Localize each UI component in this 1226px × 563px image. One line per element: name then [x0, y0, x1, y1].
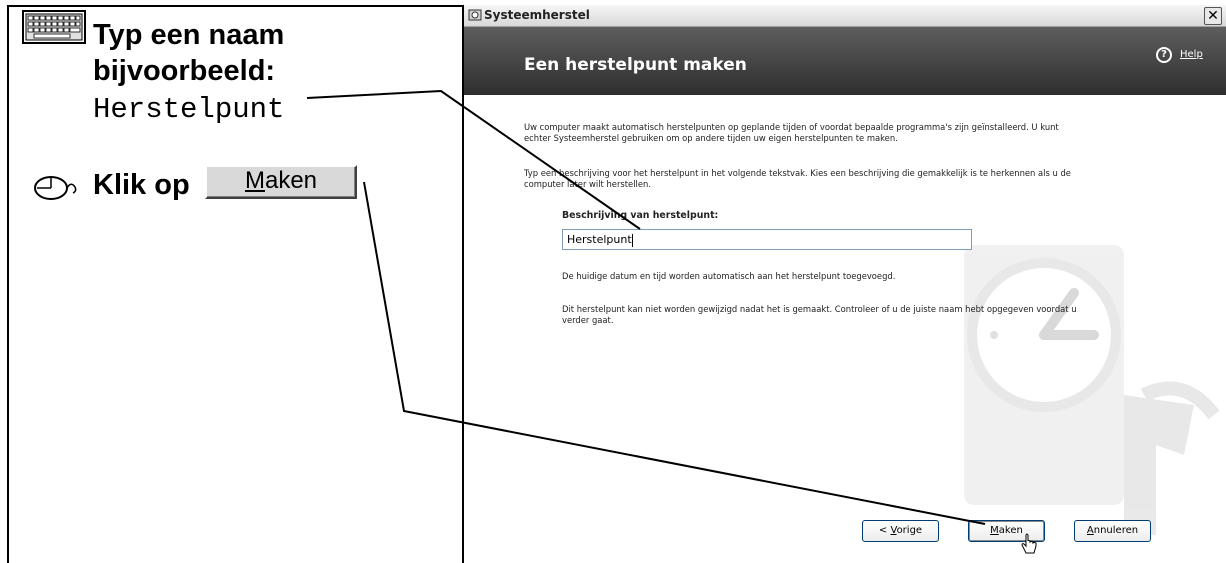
- panel-border-top: [7, 5, 464, 7]
- panel-border-left: [7, 5, 9, 563]
- description-input[interactable]: Herstelpunt: [562, 229, 972, 250]
- instruction-paragraph: Typ een beschrijving voor het herstelpun…: [524, 168, 1071, 189]
- step2-button-mnemonic: M: [244, 167, 265, 194]
- make-button-mnemonic: M: [990, 525, 999, 536]
- cancel-button[interactable]: Annuleren: [1074, 520, 1151, 542]
- previous-button-rest: orige: [896, 525, 923, 536]
- step2-make-button-illustration: Maken: [205, 165, 357, 199]
- window-title: Systeemherstel: [484, 8, 590, 22]
- system-restore-window: Systeemherstel ✕ Een herstelpunt maken ?…: [464, 5, 1226, 563]
- step1-instruction-line1: Typ een naam: [93, 19, 285, 51]
- system-restore-icon: [468, 9, 482, 21]
- previous-button-prefix: <: [878, 525, 891, 536]
- hand-cursor-icon: [1021, 533, 1037, 554]
- close-button[interactable]: ✕: [1204, 7, 1222, 25]
- description-input-value: Herstelpunt: [567, 233, 632, 246]
- cancel-button-rest: nnuleren: [1093, 525, 1139, 536]
- help-icon[interactable]: ?: [1156, 47, 1172, 63]
- description-label: Beschrijving van herstelpunt:: [562, 210, 719, 221]
- mouse-icon: [34, 176, 77, 200]
- warning-note: Dit herstelpunt kan niet worden gewijzig…: [562, 304, 1077, 325]
- cancel-button-mnemonic: A: [1086, 525, 1094, 536]
- page-title: Een herstelpunt maken: [524, 55, 747, 75]
- step1-instruction-line2: bijvoorbeeld:: [93, 55, 276, 87]
- clock-restore-icon: [964, 245, 1220, 535]
- intro-paragraph: Uw computer maakt automatisch herstelpun…: [524, 122, 1059, 143]
- title-bar[interactable]: Systeemherstel ✕: [464, 5, 1226, 27]
- keyboard-icon: [22, 10, 86, 44]
- text-caret: [631, 233, 633, 247]
- date-time-note: De huidige datum en tijd worden automati…: [562, 271, 896, 281]
- wizard-header: Een herstelpunt maken ? Help: [464, 27, 1226, 95]
- step2-instruction: Klik op: [93, 169, 190, 201]
- step2-button-rest: aken: [264, 167, 318, 194]
- step1-example-text: Herstelpunt: [93, 93, 285, 126]
- previous-button[interactable]: < Vorige: [862, 520, 939, 542]
- help-link[interactable]: Help: [1180, 49, 1203, 60]
